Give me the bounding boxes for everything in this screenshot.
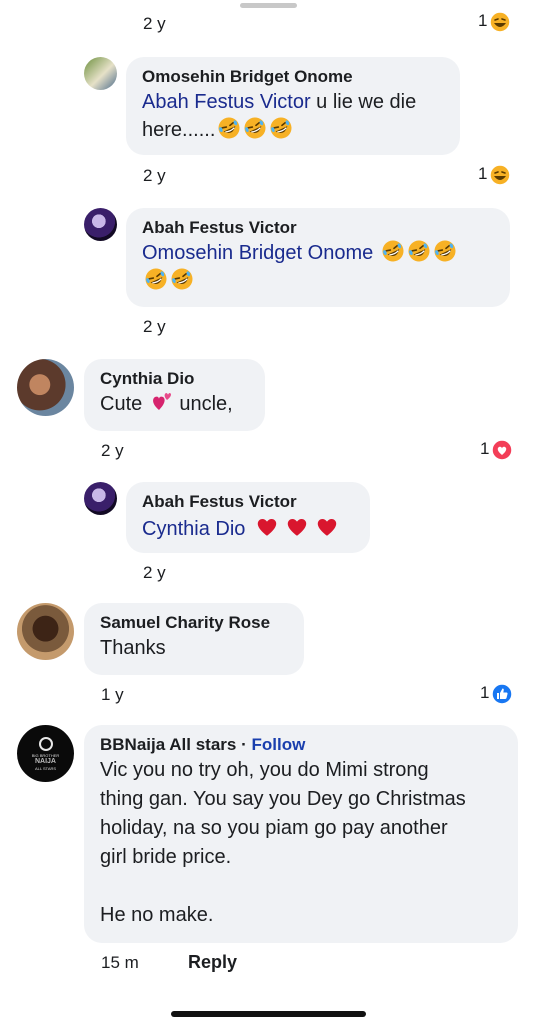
rofl-emoji-icon bbox=[218, 117, 240, 139]
reaction-summary[interactable]: 1 bbox=[478, 164, 512, 186]
comment-author[interactable]: Abah Festus Victor bbox=[142, 217, 494, 239]
red-heart-emoji-row bbox=[251, 518, 341, 540]
rofl-emoji-icon bbox=[145, 268, 167, 290]
reaction-count: 1 bbox=[478, 164, 488, 183]
comment-time: 2 y bbox=[143, 317, 166, 336]
rofl-emoji-icon bbox=[171, 268, 193, 290]
comment-bubble: BBNaija All stars · Follow Vic you no tr… bbox=[84, 725, 518, 943]
rofl-emoji-row bbox=[142, 268, 194, 292]
reaction-summary[interactable]: 1 bbox=[480, 683, 514, 705]
follow-button[interactable]: Follow bbox=[251, 735, 305, 754]
comment-text: uncle, bbox=[173, 393, 233, 415]
avatar-logo-text: NAIJA bbox=[34, 757, 56, 765]
rofl-emoji-icon bbox=[408, 240, 430, 262]
avatar[interactable] bbox=[84, 57, 117, 90]
red-heart-emoji-icon bbox=[287, 519, 307, 536]
comment-time: 2 y bbox=[143, 166, 166, 185]
comment-time: 2 y bbox=[143, 563, 166, 582]
comment-text: Cute bbox=[100, 393, 148, 415]
comment-time: 2 y bbox=[101, 441, 124, 460]
comment-text-line: He no make. bbox=[100, 904, 214, 926]
reaction-count: 1 bbox=[478, 11, 488, 30]
avatar[interactable] bbox=[84, 208, 117, 241]
comment-bubble: Cynthia Dio Cute uncle, bbox=[84, 359, 265, 431]
haha-icon bbox=[489, 164, 512, 186]
comment-bubble: Abah Festus Victor Omosehin Bridget Onom… bbox=[126, 208, 510, 307]
rofl-emoji-icon bbox=[270, 117, 292, 139]
rofl-emoji-row bbox=[379, 240, 457, 264]
comment-time: 1 y bbox=[101, 685, 124, 704]
avatar[interactable] bbox=[17, 603, 74, 660]
comment-text-line: Vic you no try oh, you do Mimi strong bbox=[100, 759, 429, 781]
comment-author[interactable]: Abah Festus Victor bbox=[142, 491, 354, 513]
comment-author[interactable]: BBNaija All stars bbox=[100, 735, 236, 754]
comment-bubble: Abah Festus Victor Cynthia Dio bbox=[126, 482, 370, 553]
eye-logo-icon bbox=[38, 736, 53, 751]
love-icon bbox=[491, 439, 514, 461]
avatar[interactable] bbox=[17, 359, 74, 416]
mention-link[interactable]: Abah Festus Victor bbox=[142, 91, 311, 113]
comment-time: 2 y bbox=[143, 14, 166, 33]
comment-text-line: holiday, na so you piam go pay another bbox=[100, 817, 448, 839]
avatar-logo-text: ALL STARS bbox=[34, 765, 57, 771]
reaction-summary[interactable]: 1 bbox=[478, 11, 512, 33]
two-hearts-icon bbox=[152, 393, 171, 410]
sheet-grabber[interactable] bbox=[240, 3, 297, 8]
comment-text-line2: here...... bbox=[142, 119, 216, 141]
mention-link[interactable]: Omosehin Bridget Onome bbox=[142, 242, 373, 264]
reaction-count: 1 bbox=[480, 683, 490, 702]
avatar[interactable]: BIG BROTHER NAIJA ALL STARS bbox=[17, 725, 74, 782]
rofl-emoji-icon bbox=[434, 240, 456, 262]
name-separator: · bbox=[236, 735, 252, 754]
haha-icon bbox=[489, 11, 512, 33]
like-icon bbox=[491, 683, 514, 705]
comment-text-line: girl bride price. bbox=[100, 846, 232, 868]
comment-bubble: Omosehin Bridget Onome Abah Festus Victo… bbox=[126, 57, 460, 155]
reaction-count: 1 bbox=[480, 439, 490, 458]
reply-button[interactable]: Reply bbox=[188, 952, 237, 973]
comment-author[interactable]: Samuel Charity Rose bbox=[100, 612, 288, 634]
red-heart-emoji-icon bbox=[257, 519, 277, 536]
comment-text: Thanks bbox=[100, 637, 166, 659]
rofl-emoji-row bbox=[215, 117, 293, 141]
avatar[interactable] bbox=[84, 482, 117, 515]
comment-text-line: thing gan. You say you Dey go Christmas bbox=[100, 788, 466, 810]
comment-time: 15 m bbox=[101, 953, 139, 972]
comment-author[interactable]: Omosehin Bridget Onome bbox=[142, 66, 444, 88]
comment-bubble: Samuel Charity Rose Thanks bbox=[84, 603, 304, 675]
rofl-emoji-icon bbox=[382, 240, 404, 262]
home-indicator[interactable] bbox=[171, 1011, 366, 1017]
red-heart-emoji-icon bbox=[317, 519, 337, 536]
comment-author[interactable]: Cynthia Dio bbox=[100, 368, 249, 390]
comment-text: u lie we die bbox=[310, 91, 417, 113]
rofl-emoji-icon bbox=[244, 117, 266, 139]
reaction-summary[interactable]: 1 bbox=[480, 439, 514, 461]
mention-link[interactable]: Cynthia Dio bbox=[142, 518, 245, 540]
